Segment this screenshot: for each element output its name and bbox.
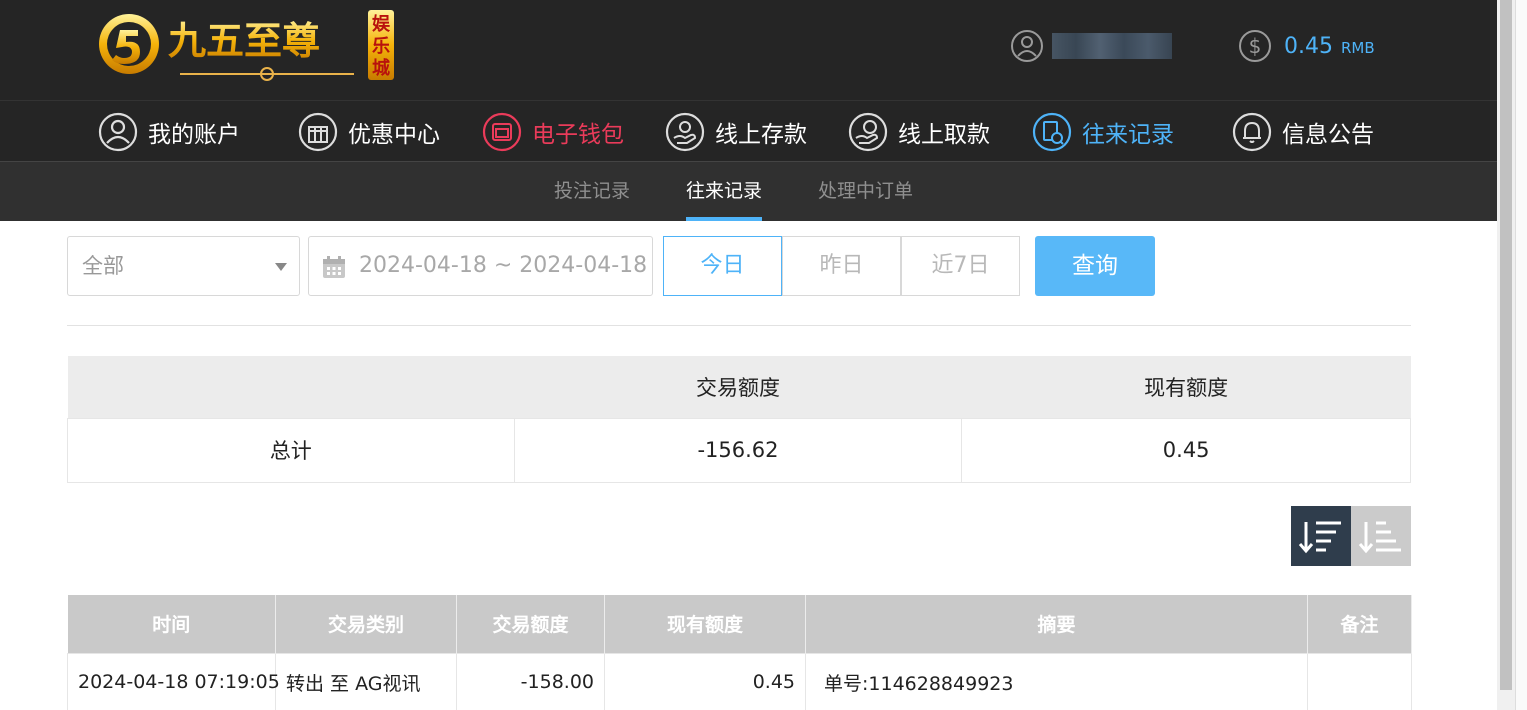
logo-badge-2: 乐 (372, 36, 390, 57)
deposit-icon (665, 112, 705, 152)
balance-amount: 0.45 (1284, 33, 1333, 59)
withdraw-icon (848, 112, 888, 152)
nav-item-deposit[interactable]: 线上存款 (665, 109, 807, 155)
wallet-icon (482, 112, 522, 152)
username-redacted (1052, 33, 1172, 59)
calendar-icon (323, 256, 345, 278)
nav-label: 线上存款 (715, 122, 807, 148)
tab-pending-orders[interactable]: 处理中订单 (818, 162, 913, 221)
tab-transaction-records[interactable]: 往来记录 (686, 162, 763, 221)
nav-label: 电子钱包 (532, 122, 624, 148)
adjacent-panel-edge (1515, 0, 1527, 710)
sort-descending-button[interactable] (1291, 506, 1351, 566)
column-header[interactable]: 现有额度 (604, 595, 806, 653)
cell-remark (1307, 652, 1412, 710)
summary-header (67, 356, 515, 418)
summary-table: 交易额度 现有额度 总计 -156.62 0.45 (67, 356, 1411, 483)
range-yesterday-button[interactable]: 昨日 (782, 236, 901, 296)
table-row: 2024-04-18 07:19:05 转出 至 AG视讯 -158.00 0.… (67, 652, 1412, 710)
main-nav: 我的账户 优惠中心 电子钱包 线上存款 线上取款 往来记录 信息公告 (0, 100, 1497, 162)
summary-header: 现有额度 (961, 356, 1411, 418)
cell-balance: 0.45 (604, 652, 806, 710)
nav-item-e-wallet[interactable]: 电子钱包 (482, 109, 624, 155)
coin-icon: $ (1239, 30, 1271, 62)
user-avatar-icon (1011, 30, 1043, 62)
column-header[interactable]: 交易额度 (456, 595, 605, 653)
nav-item-withdraw[interactable]: 线上取款 (848, 109, 990, 155)
nav-label: 往来记录 (1082, 122, 1174, 148)
sub-nav: 投注记录 往来记录 处理中订单 (0, 162, 1497, 221)
page: 九五至尊 娱 乐 城 $ 0.45 RMB 我的账户 优惠中心 电子钱包 线上存… (0, 0, 1527, 710)
nav-item-records[interactable]: 往来记录 (1032, 109, 1174, 155)
sort-desc-icon (1298, 521, 1341, 554)
bell-icon (1232, 112, 1272, 152)
nav-item-my-account[interactable]: 我的账户 (98, 109, 240, 155)
logo-badge-3: 城 (372, 57, 390, 79)
range-7days-button[interactable]: 近7日 (901, 236, 1020, 296)
date-range-input[interactable]: 2024-04-18 ~ 2024-04-18 (308, 236, 653, 296)
range-today-button[interactable]: 今日 (663, 236, 782, 296)
summary-total-balance: 0.45 (961, 417, 1411, 483)
site-logo[interactable]: 九五至尊 娱 乐 城 (96, 8, 396, 84)
vertical-scrollbar[interactable] (1497, 0, 1515, 710)
sort-asc-icon (1358, 521, 1401, 554)
top-header: 九五至尊 娱 乐 城 $ 0.45 RMB (0, 0, 1497, 100)
user-account-area[interactable] (1010, 28, 1172, 64)
cell-summary: 单号:114628849923 (805, 652, 1308, 710)
nav-item-promotions[interactable]: 优惠中心 (298, 109, 440, 155)
date-range-value: 2024-04-18 ~ 2024-04-18 (359, 253, 648, 278)
nav-item-announcements[interactable]: 信息公告 (1232, 109, 1374, 155)
sort-ascending-button[interactable] (1351, 506, 1411, 566)
balance-unit: RMB (1340, 39, 1375, 57)
cell-time: 2024-04-18 07:19:05 (67, 652, 280, 710)
query-button[interactable]: 查询 (1035, 236, 1155, 296)
nav-label: 信息公告 (1282, 122, 1374, 148)
summary-total-amount: -156.62 (513, 417, 963, 483)
nav-label: 线上取款 (898, 122, 990, 148)
column-header[interactable]: 摘要 (805, 595, 1308, 653)
user-icon (98, 112, 138, 152)
scrollbar-thumb[interactable] (1500, 0, 1512, 690)
records-table: 时间 交易类别 交易额度 现有额度 摘要 备注 2024-04-18 07:19… (67, 595, 1412, 710)
column-header[interactable]: 时间 (67, 595, 276, 653)
logo-graphic: 九五至尊 娱 乐 城 (99, 10, 394, 81)
chevron-down-icon (275, 263, 287, 271)
summary-header: 交易额度 (514, 356, 962, 418)
cell-type: 转出 至 AG视讯 (275, 652, 457, 710)
tab-bet-records[interactable]: 投注记录 (554, 162, 630, 221)
transaction-type-select[interactable]: 全部 (67, 236, 300, 296)
balance-display: $ 0.45 RMB (1238, 28, 1375, 64)
svg-text:$: $ (1249, 34, 1262, 58)
records-icon (1032, 112, 1072, 152)
column-header[interactable]: 备注 (1307, 595, 1412, 653)
column-header[interactable]: 交易类别 (275, 595, 457, 653)
divider (67, 325, 1411, 326)
nav-label: 我的账户 (148, 122, 240, 148)
nav-label: 优惠中心 (348, 122, 440, 148)
select-value: 全部 (82, 254, 124, 278)
logo-badge-1: 娱 (372, 13, 391, 35)
summary-total-label: 总计 (67, 417, 515, 483)
cell-amount: -158.00 (456, 652, 605, 710)
logo-text: 九五至尊 (168, 18, 320, 63)
gift-icon (298, 112, 338, 152)
